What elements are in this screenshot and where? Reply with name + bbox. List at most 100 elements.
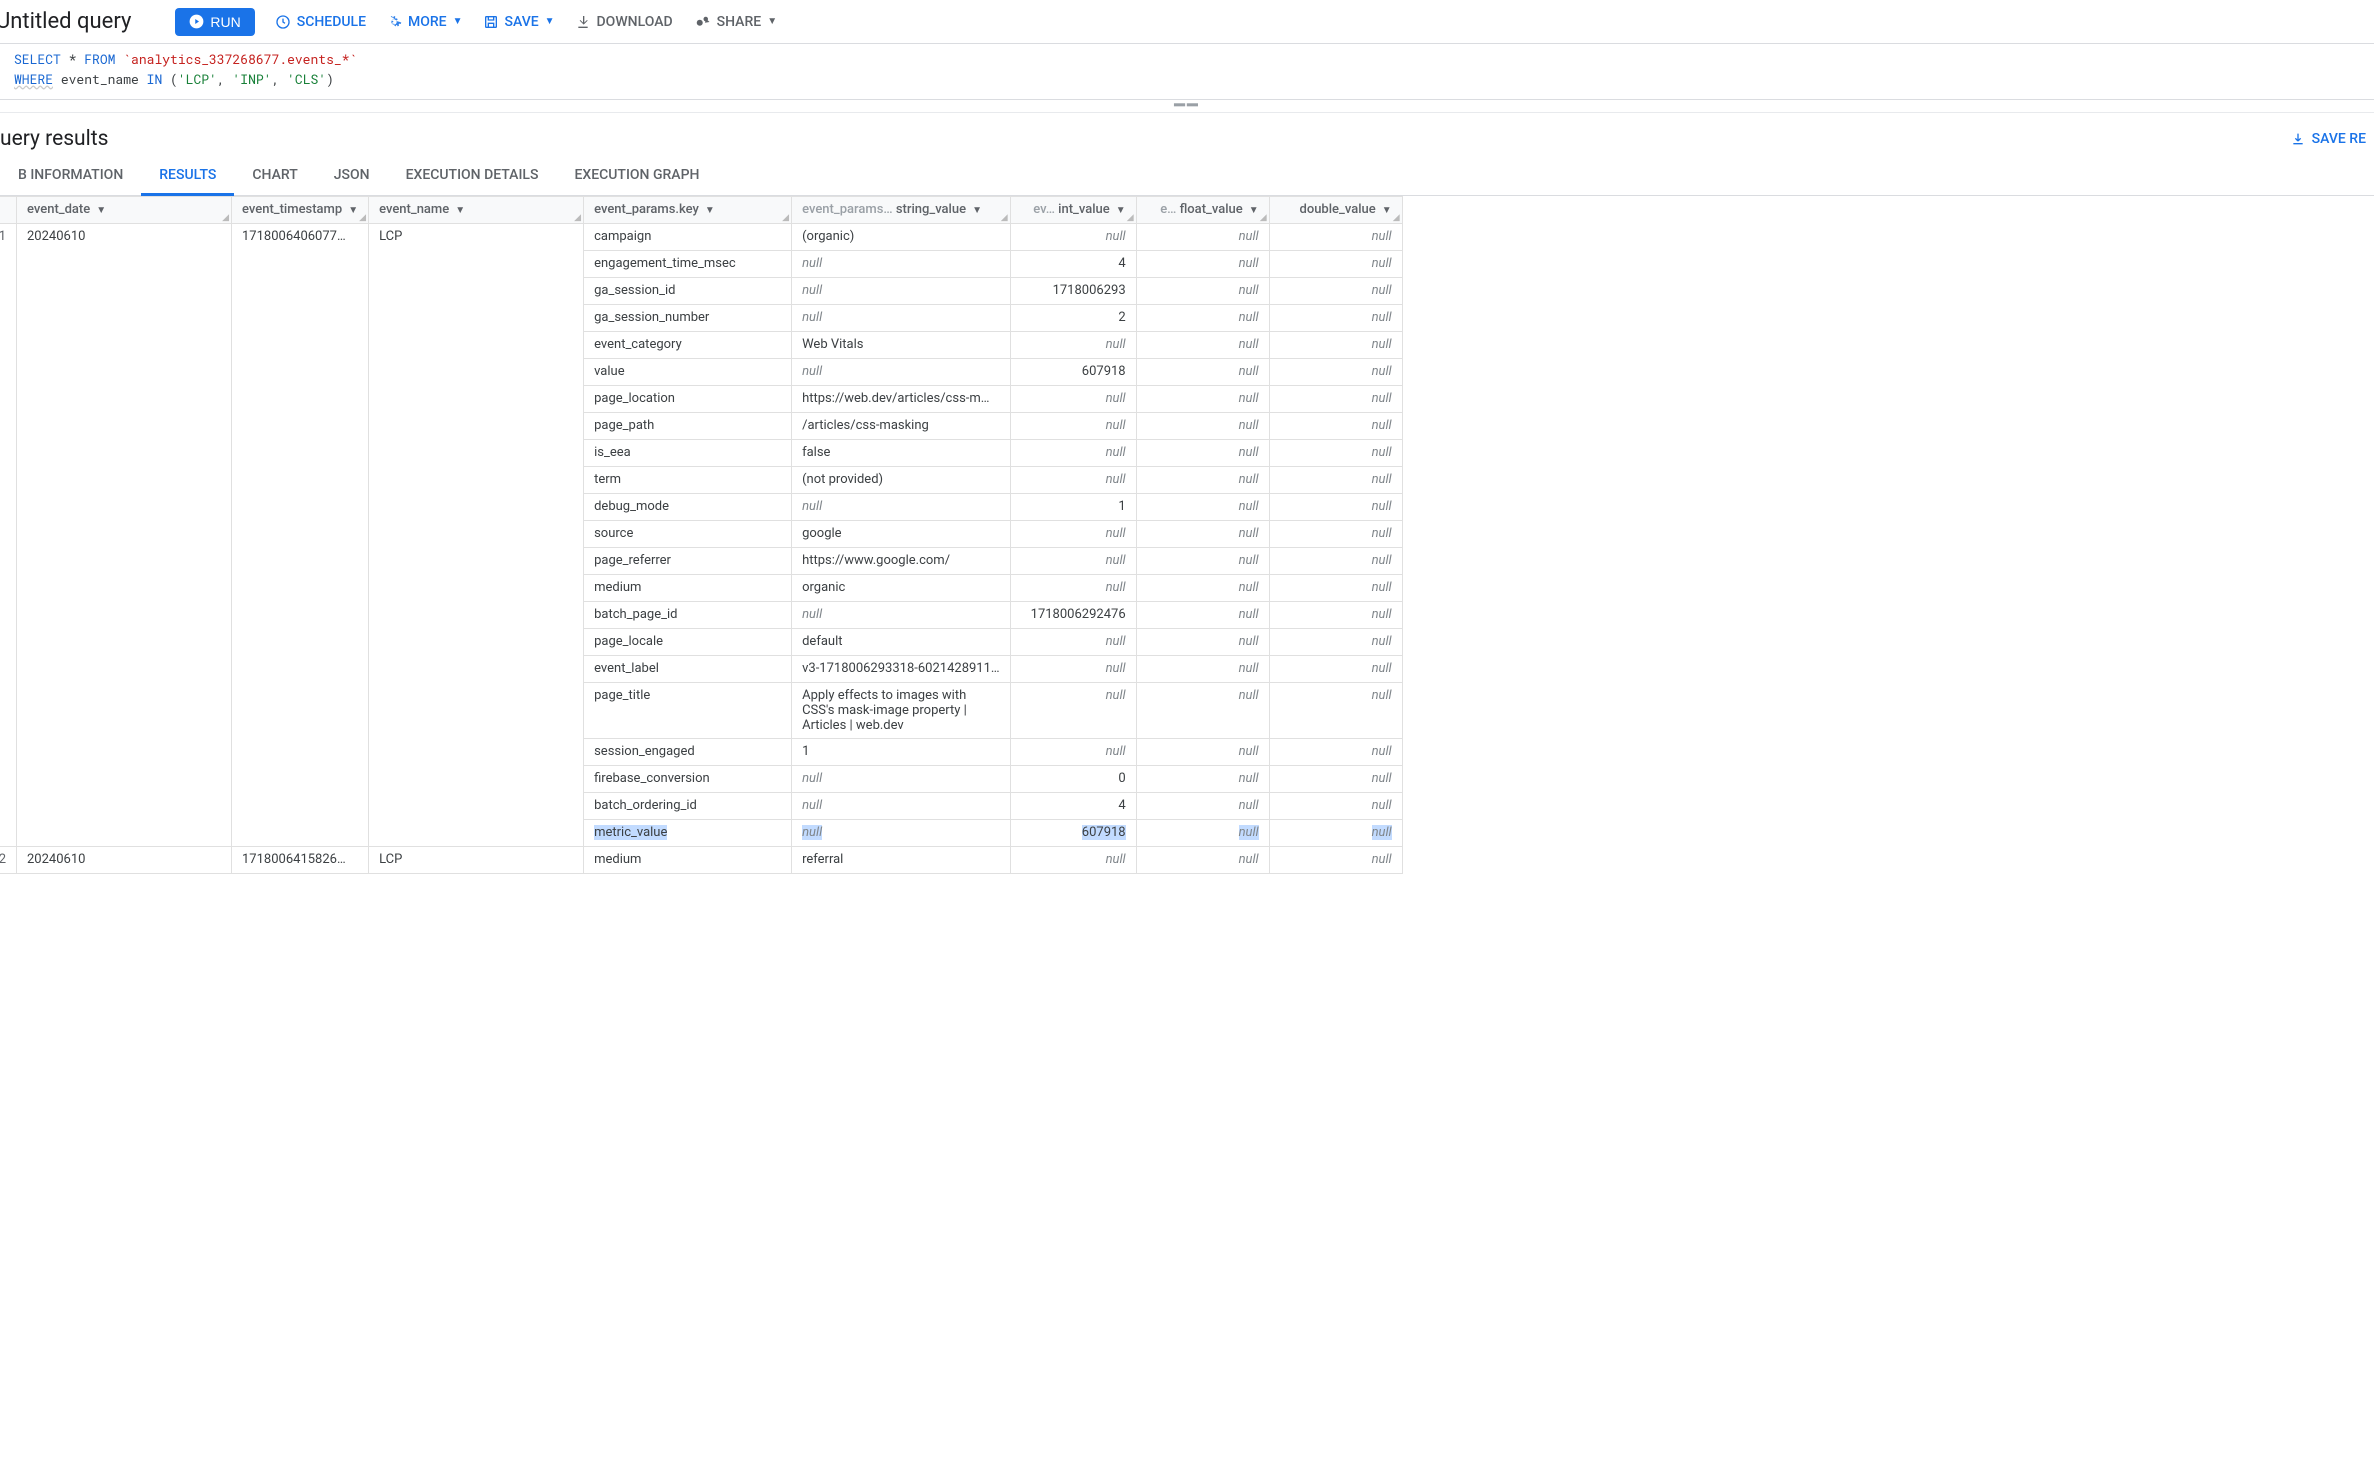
- table-cell[interactable]: null: [1010, 386, 1136, 413]
- table-cell[interactable]: null: [1269, 359, 1402, 386]
- table-cell[interactable]: null: [1010, 467, 1136, 494]
- resize-icon[interactable]: ◢: [782, 213, 789, 223]
- chevron-down-icon[interactable]: ▼: [1382, 205, 1392, 216]
- save-results-button[interactable]: SAVE RE: [2290, 131, 2366, 147]
- table-cell[interactable]: null: [1136, 467, 1269, 494]
- table-cell[interactable]: null: [1269, 224, 1402, 251]
- table-cell[interactable]: null: [1269, 305, 1402, 332]
- table-cell[interactable]: /articles/css-masking: [792, 413, 1011, 440]
- table-cell[interactable]: 0: [1010, 766, 1136, 793]
- query-title[interactable]: Untitled query: [0, 9, 131, 34]
- table-cell[interactable]: null: [1269, 251, 1402, 278]
- table-cell[interactable]: ga_session_number: [584, 305, 792, 332]
- table-cell[interactable]: is_eea: [584, 440, 792, 467]
- table-cell[interactable]: null: [1010, 521, 1136, 548]
- table-cell[interactable]: null: [1136, 332, 1269, 359]
- col-key[interactable]: event_params.key▼◢: [584, 197, 792, 224]
- table-cell[interactable]: term: [584, 467, 792, 494]
- table-cell[interactable]: null: [1010, 548, 1136, 575]
- table-cell[interactable]: null: [1269, 820, 1402, 847]
- table-cell[interactable]: null: [1136, 575, 1269, 602]
- chevron-down-icon[interactable]: ▼: [96, 205, 106, 216]
- tab-json[interactable]: JSON: [316, 157, 388, 195]
- tab-results[interactable]: RESULTS: [141, 157, 234, 196]
- table-cell[interactable]: 607918: [1010, 359, 1136, 386]
- tab-execution-details[interactable]: EXECUTION DETAILS: [388, 157, 557, 195]
- table-cell[interactable]: null: [1136, 359, 1269, 386]
- table-cell[interactable]: null: [1136, 793, 1269, 820]
- col-event-name[interactable]: event_name▼◢: [369, 197, 584, 224]
- table-cell[interactable]: null: [1136, 739, 1269, 766]
- table-cell[interactable]: firebase_conversion: [584, 766, 792, 793]
- chevron-down-icon[interactable]: ▼: [1116, 205, 1126, 216]
- tab-job-information[interactable]: B INFORMATION: [0, 157, 141, 195]
- chevron-down-icon[interactable]: ▼: [455, 205, 465, 216]
- col-string-value[interactable]: event_params… string_value▼◢: [792, 197, 1011, 224]
- table-cell[interactable]: (not provided): [792, 467, 1011, 494]
- col-float-value[interactable]: e… float_value▼◢: [1136, 197, 1269, 224]
- tab-execution-graph[interactable]: EXECUTION GRAPH: [556, 157, 717, 195]
- table-cell[interactable]: null: [1269, 629, 1402, 656]
- chevron-down-icon[interactable]: ▼: [705, 205, 715, 216]
- table-cell[interactable]: null: [792, 359, 1011, 386]
- table-cell[interactable]: null: [1136, 548, 1269, 575]
- table-cell[interactable]: value: [584, 359, 792, 386]
- resize-icon[interactable]: ◢: [574, 213, 581, 223]
- col-event-date[interactable]: event_date▼◢: [17, 197, 232, 224]
- table-cell[interactable]: campaign: [584, 224, 792, 251]
- table-cell[interactable]: page_title: [584, 683, 792, 739]
- table-cell[interactable]: null: [1010, 332, 1136, 359]
- table-cell[interactable]: null: [1010, 847, 1136, 874]
- table-cell[interactable]: null: [1136, 305, 1269, 332]
- table-cell[interactable]: medium: [584, 575, 792, 602]
- tab-chart[interactable]: CHART: [234, 157, 315, 195]
- table-cell[interactable]: null: [1136, 766, 1269, 793]
- sql-editor[interactable]: SELECT * FROM `analytics_337268677.event…: [0, 44, 2374, 100]
- table-cell[interactable]: null: [1136, 629, 1269, 656]
- table-cell[interactable]: Apply effects to images with CSS's mask-…: [792, 683, 1011, 739]
- resize-icon[interactable]: ◢: [359, 213, 366, 223]
- table-cell[interactable]: null: [1269, 332, 1402, 359]
- table-cell[interactable]: 1718006415826…: [232, 847, 369, 874]
- table-cell[interactable]: page_referrer: [584, 548, 792, 575]
- table-cell[interactable]: (organic): [792, 224, 1011, 251]
- table-cell[interactable]: https://web.dev/articles/css-m…: [792, 386, 1011, 413]
- col-double-value[interactable]: double_value▼◢: [1269, 197, 1402, 224]
- chevron-down-icon[interactable]: ▼: [348, 205, 358, 216]
- table-cell[interactable]: null: [792, 494, 1011, 521]
- table-cell[interactable]: null: [1136, 386, 1269, 413]
- table-cell[interactable]: 1: [1010, 494, 1136, 521]
- table-cell[interactable]: debug_mode: [584, 494, 792, 521]
- resize-icon[interactable]: ◢: [1001, 213, 1008, 223]
- resize-icon[interactable]: ◢: [1260, 213, 1267, 223]
- table-cell[interactable]: null: [1269, 575, 1402, 602]
- table-cell[interactable]: null: [1269, 847, 1402, 874]
- table-cell[interactable]: null: [1010, 440, 1136, 467]
- table-cell[interactable]: event_label: [584, 656, 792, 683]
- table-cell[interactable]: page_location: [584, 386, 792, 413]
- table-cell[interactable]: page_locale: [584, 629, 792, 656]
- table-cell[interactable]: organic: [792, 575, 1011, 602]
- col-rownum[interactable]: [0, 197, 17, 224]
- table-cell[interactable]: batch_page_id: [584, 602, 792, 629]
- table-cell[interactable]: 2: [1010, 305, 1136, 332]
- table-cell[interactable]: null: [1269, 656, 1402, 683]
- share-button[interactable]: SHARE ▼: [693, 9, 777, 35]
- chevron-down-icon[interactable]: ▼: [972, 205, 982, 216]
- table-cell[interactable]: LCP: [369, 224, 584, 847]
- table-cell[interactable]: null: [1136, 494, 1269, 521]
- chevron-down-icon[interactable]: ▼: [1249, 205, 1259, 216]
- table-cell[interactable]: null: [1269, 413, 1402, 440]
- table-cell[interactable]: null: [1269, 278, 1402, 305]
- save-button[interactable]: SAVE ▼: [483, 10, 555, 34]
- table-cell[interactable]: null: [1136, 847, 1269, 874]
- table-cell[interactable]: metric_value: [584, 820, 792, 847]
- table-cell[interactable]: referral: [792, 847, 1011, 874]
- col-int-value[interactable]: ev… int_value▼◢: [1010, 197, 1136, 224]
- table-cell[interactable]: null: [1269, 521, 1402, 548]
- table-cell[interactable]: medium: [584, 847, 792, 874]
- table-cell[interactable]: v3-1718006293318-6021428911…: [792, 656, 1011, 683]
- table-cell[interactable]: null: [1010, 413, 1136, 440]
- table-cell[interactable]: google: [792, 521, 1011, 548]
- table-cell[interactable]: null: [1136, 683, 1269, 739]
